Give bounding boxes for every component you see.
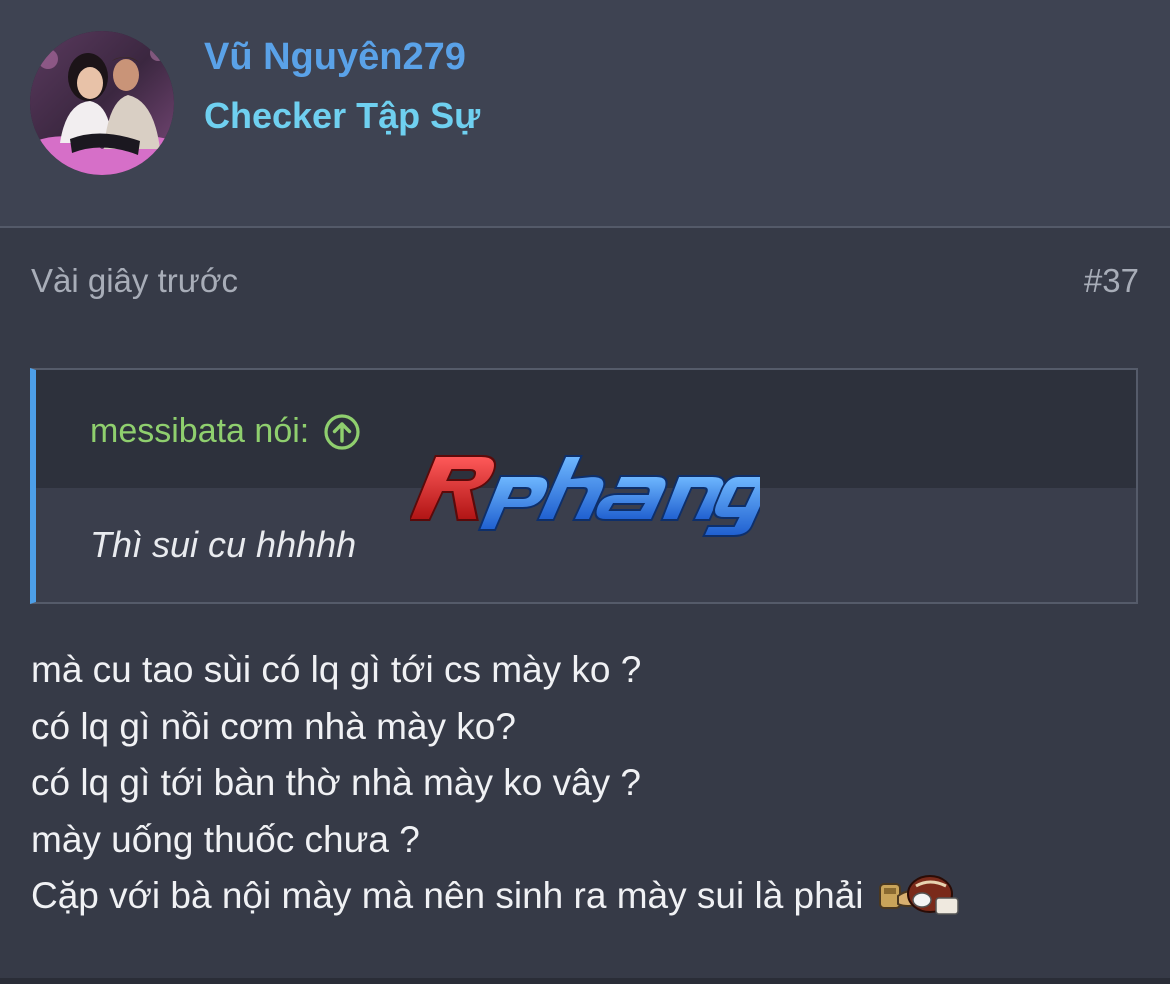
quote-text: Thì sui cu hhhhh <box>90 524 357 565</box>
quote-author-link[interactable]: messibata nói: <box>90 412 361 451</box>
post-divider <box>0 978 1170 984</box>
message-line: mà cu tao sùi có lq gì tới cs mày ko ? <box>31 649 642 690</box>
message-line: mày uống thuốc chưa ? <box>31 818 420 860</box>
post-message: mà cu tao sùi có lq gì tới cs mày ko ? c… <box>31 642 964 925</box>
message-line-with-emoji: Cặp với bà nội mày mà nên sinh ra mày su… <box>31 868 964 925</box>
message-line: có lq gì tới bàn thờ nhà mày ko vây ? <box>31 762 642 803</box>
avatar-image <box>30 31 174 175</box>
message-line: có lq gì nồi cơm nhà mày ko? <box>31 705 516 747</box>
post-number[interactable]: #37 <box>1084 262 1139 300</box>
message-line-text: Cặp với bà nội mày mà nên sinh ra mày su… <box>31 875 864 916</box>
user-title: Checker Tập Sự <box>204 95 481 136</box>
post-header: Vũ Nguyên279 Checker Tập Sự <box>0 0 1170 228</box>
smiley-sticker-icon <box>878 875 959 915</box>
arrow-up-circle-icon[interactable] <box>323 413 361 451</box>
avatar[interactable] <box>30 31 174 175</box>
quote-author-label: messibata nói: <box>90 412 310 450</box>
rphang-watermark-logo <box>408 446 776 538</box>
username[interactable]: Vũ Nguyên279 <box>204 36 466 79</box>
post-timestamp[interactable]: Vài giây trước <box>31 262 238 300</box>
